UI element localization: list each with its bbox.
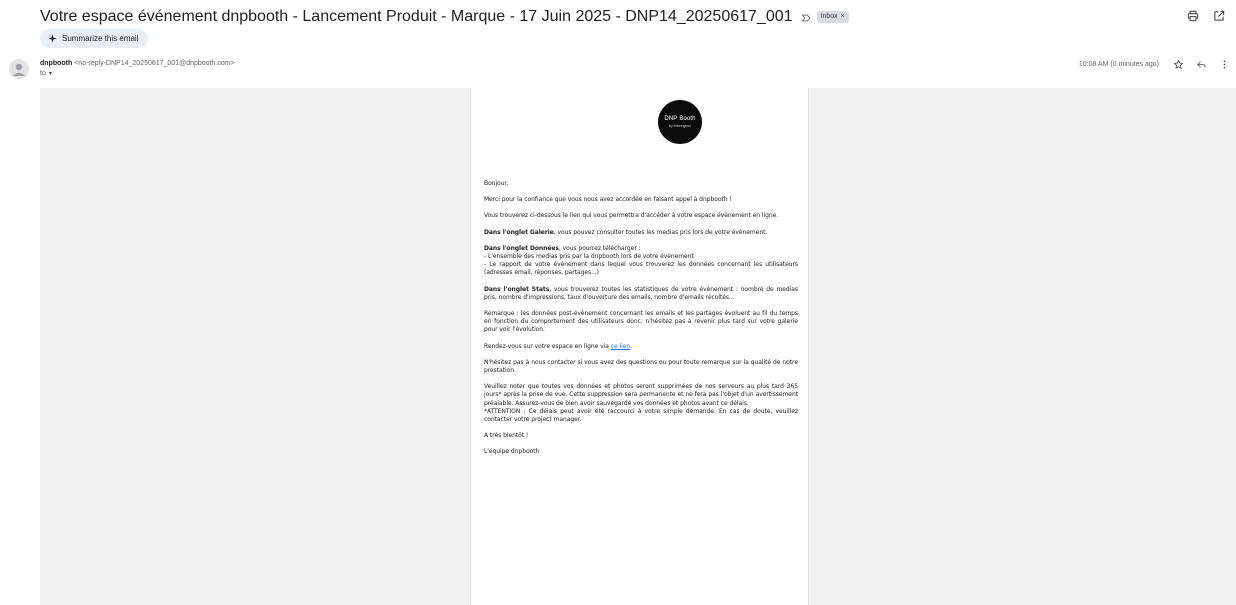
message-timestamp: 10:08 AM (0 minutes ago) bbox=[1078, 61, 1159, 68]
sender-avatar[interactable] bbox=[9, 59, 29, 79]
logo-main-text: DNP bbox=[664, 116, 678, 122]
label-importance-icon[interactable] bbox=[800, 13, 811, 23]
reply-icon[interactable] bbox=[1196, 59, 1207, 70]
link-suffix: . bbox=[630, 342, 633, 350]
space-link[interactable]: ce lien bbox=[611, 343, 630, 350]
recipient-label: to bbox=[40, 70, 46, 77]
chevron-down-icon[interactable]: ▾ bbox=[49, 70, 52, 77]
galerie-paragraph: Dans l'onglet Galerie, vous pouvez consu… bbox=[484, 229, 798, 237]
contact-paragraph: N'hésitez pas à nous contacter si vous a… bbox=[484, 358, 798, 375]
email-header: Votre espace événement dnpbooth - Lancem… bbox=[40, 6, 1226, 28]
inbox-label-text: Inbox bbox=[820, 13, 838, 20]
signature: L'équipe dnpbooth bbox=[484, 448, 540, 456]
sender-line: dnpbooth <no-reply-DNP14_20250617_001@dn… bbox=[40, 60, 235, 67]
thanks-paragraph: Merci pour la confiance que vous nous av… bbox=[484, 196, 732, 204]
more-vertical-icon[interactable] bbox=[1219, 59, 1230, 70]
donnees-text: , vous pourrez télécharger : bbox=[558, 244, 641, 252]
dnp-booth-logo: DNP Booth by fotoringbox bbox=[658, 100, 702, 144]
sender-email: <no-reply-DNP14_20250617_001@dnpbooth.co… bbox=[74, 60, 235, 67]
summarize-label: Summarize this email bbox=[62, 34, 139, 43]
inbox-label-chip[interactable]: Inbox × bbox=[816, 11, 849, 23]
stats-title: Dans l'onglet Stats bbox=[484, 285, 550, 293]
sender-name[interactable]: dnpbooth bbox=[40, 60, 72, 67]
donnees-item-2: - Le rapport de votre évènement dans leq… bbox=[484, 261, 798, 277]
deletion-paragraph: Veuillez noter que toutes vos données et… bbox=[484, 383, 798, 424]
open-in-new-window-icon[interactable] bbox=[1212, 9, 1226, 23]
recipient-line[interactable]: to ▾ bbox=[40, 70, 52, 77]
donnees-item-1: - L'ensemble des medias pris par la dnpb… bbox=[484, 253, 694, 261]
logo-word-text: Booth bbox=[679, 116, 696, 122]
person-icon bbox=[13, 63, 25, 76]
donnees-title: Dans l'onglet Données bbox=[484, 244, 559, 252]
email-text: Bonjour, Merci pour la confiance que vou… bbox=[484, 180, 798, 465]
donnees-paragraph: Dans l'onglet Données, vous pourrez télé… bbox=[484, 245, 798, 278]
print-icon[interactable] bbox=[1186, 9, 1200, 23]
remarque-paragraph: Remarque : les données post-évènement co… bbox=[484, 310, 798, 334]
remove-label-icon[interactable]: × bbox=[841, 12, 845, 22]
logo-sub-text: by fotoringbox bbox=[669, 124, 691, 128]
header-actions bbox=[1186, 9, 1226, 23]
message-actions: 10:08 AM (0 minutes ago) bbox=[1079, 59, 1230, 70]
greeting: Bonjour, bbox=[484, 180, 509, 187]
galerie-text: , vous pouvez consulter toutes les media… bbox=[553, 228, 768, 236]
link-paragraph: Rendez-vous sur votre espace en ligne vi… bbox=[484, 343, 798, 351]
star-icon[interactable] bbox=[1173, 59, 1184, 70]
intro-paragraph: Vous trouverez ci-dessous le lien qui vo… bbox=[484, 212, 779, 220]
deletion-notice: Veuillez noter que toutes vos données et… bbox=[484, 383, 798, 407]
email-subject: Votre espace événement dnpbooth - Lancem… bbox=[40, 8, 793, 25]
galerie-title: Dans l'onglet Galerie bbox=[484, 228, 554, 236]
attention-notice: *ATTENTION : Ce délais peut avoir été ra… bbox=[484, 407, 798, 424]
email-content-card: DNP Booth by fotoringbox Bonjour, Merci … bbox=[470, 88, 809, 605]
stats-paragraph: Dans l'onglet Stats, vous trouverez tout… bbox=[484, 286, 798, 302]
sparkle-icon bbox=[48, 34, 57, 43]
closing: A très bientôt ! bbox=[484, 432, 529, 440]
summarize-email-button[interactable]: Summarize this email bbox=[40, 29, 149, 48]
link-prefix: Rendez-vous sur votre espace en ligne vi… bbox=[484, 342, 611, 350]
